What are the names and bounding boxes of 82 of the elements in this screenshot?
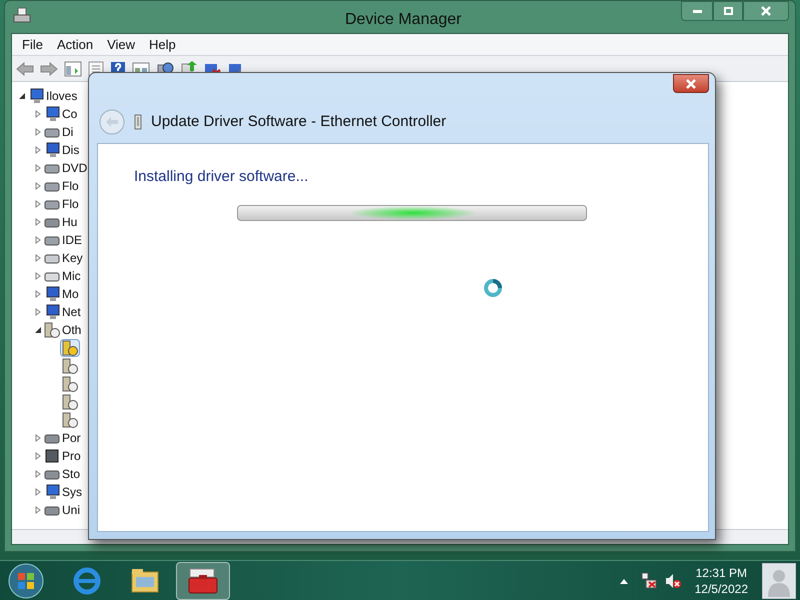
expand-icon[interactable] bbox=[34, 272, 42, 280]
back-arrow-icon[interactable] bbox=[16, 62, 34, 76]
tree-item[interactable]: Oth bbox=[62, 321, 82, 339]
expand-icon[interactable] bbox=[34, 254, 42, 262]
dialog-title: Update Driver Software - Ethernet Controller bbox=[151, 112, 446, 132]
expand-icon[interactable] bbox=[34, 236, 42, 244]
expand-icon[interactable] bbox=[34, 308, 42, 316]
monitor-icon bbox=[44, 142, 60, 158]
monitor-icon bbox=[44, 304, 60, 320]
expand-icon[interactable] bbox=[34, 110, 42, 118]
tree-item[interactable] bbox=[60, 339, 80, 357]
printer-icon bbox=[13, 7, 31, 25]
network-adapter-icon bbox=[133, 114, 143, 130]
computer-icon bbox=[28, 88, 44, 104]
menu-item[interactable]: File bbox=[16, 34, 49, 54]
expand-icon[interactable] bbox=[34, 182, 42, 190]
tree-item[interactable] bbox=[60, 375, 80, 393]
speaker-muted-icon[interactable] bbox=[664, 572, 681, 588]
expand-icon[interactable] bbox=[34, 470, 42, 478]
menu-item[interactable]: View bbox=[101, 34, 142, 54]
tree-item[interactable] bbox=[60, 357, 80, 375]
tree-item[interactable] bbox=[60, 393, 80, 411]
forward-arrow-icon[interactable] bbox=[40, 62, 58, 76]
computer-icon bbox=[44, 484, 60, 500]
chip-icon bbox=[44, 448, 60, 464]
tree-item[interactable]: DVD bbox=[62, 159, 88, 177]
unknown-device-icon bbox=[62, 358, 78, 374]
status-message: Installing driver software... bbox=[134, 167, 308, 187]
expand-icon[interactable] bbox=[34, 488, 42, 496]
close-button[interactable] bbox=[673, 74, 709, 93]
collapse-icon[interactable] bbox=[34, 326, 42, 334]
close-icon bbox=[685, 78, 697, 88]
collapse-icon[interactable] bbox=[18, 92, 26, 100]
unknown-device-icon bbox=[44, 322, 60, 338]
tree-item[interactable]: Dis bbox=[62, 141, 80, 159]
warning-device-icon bbox=[62, 340, 78, 356]
unknown-device-icon bbox=[62, 394, 78, 410]
minimize-button[interactable] bbox=[681, 1, 713, 21]
clock-date[interactable]: 12/5/2022 bbox=[694, 580, 748, 596]
tree-item[interactable] bbox=[60, 411, 80, 429]
taskbar-button[interactable] bbox=[176, 562, 230, 600]
tree-item[interactable]: Co bbox=[62, 105, 78, 123]
expand-icon[interactable] bbox=[34, 218, 42, 226]
expand-icon[interactable] bbox=[34, 200, 42, 208]
network-icon[interactable] bbox=[640, 572, 657, 590]
tree-item[interactable]: Sys bbox=[62, 483, 82, 501]
start-button[interactable] bbox=[8, 562, 44, 598]
tree-item[interactable]: Por bbox=[62, 429, 81, 447]
expand-icon[interactable] bbox=[34, 290, 42, 298]
busy-spinner-icon bbox=[483, 278, 503, 298]
close-button[interactable] bbox=[743, 1, 789, 21]
console-tree-icon[interactable] bbox=[64, 60, 82, 76]
tree-item[interactable]: Hu bbox=[62, 213, 78, 231]
computer-icon bbox=[44, 106, 60, 122]
tree-item[interactable]: Key bbox=[62, 249, 83, 267]
tree-item[interactable]: Di bbox=[62, 123, 74, 141]
menu-item[interactable]: Action bbox=[50, 34, 100, 54]
clock-time[interactable]: 12:31 PM bbox=[696, 564, 747, 580]
expand-icon[interactable] bbox=[34, 452, 42, 460]
window-title: Device Manager bbox=[345, 10, 462, 30]
tree-item[interactable]: IDE bbox=[62, 231, 82, 249]
unknown-device-icon bbox=[62, 412, 78, 428]
expand-icon[interactable] bbox=[34, 128, 42, 136]
monitor-icon bbox=[44, 286, 60, 302]
maximize-button[interactable] bbox=[713, 1, 743, 21]
expand-icon[interactable] bbox=[34, 164, 42, 172]
tree-item[interactable]: Mic bbox=[62, 267, 81, 285]
tree-item[interactable]: Flo bbox=[62, 195, 79, 213]
tree-item[interactable]: Pro bbox=[62, 447, 81, 465]
tree-item[interactable]: Net bbox=[62, 303, 81, 321]
show-hidden-icons-icon[interactable] bbox=[618, 576, 629, 584]
menu-item[interactable]: Help bbox=[143, 34, 182, 54]
expand-icon[interactable] bbox=[34, 146, 42, 154]
expand-icon[interactable] bbox=[34, 506, 42, 514]
expand-icon[interactable] bbox=[34, 434, 42, 442]
tree-item[interactable]: Flo bbox=[62, 177, 79, 195]
tree-item[interactable]: Iloves bbox=[46, 87, 78, 105]
close-icon bbox=[761, 6, 771, 16]
unknown-device-icon bbox=[62, 376, 78, 392]
tree-item[interactable]: Uni bbox=[62, 501, 80, 519]
tree-item[interactable]: Mo bbox=[62, 285, 79, 303]
tree-item[interactable]: Sto bbox=[62, 465, 80, 483]
